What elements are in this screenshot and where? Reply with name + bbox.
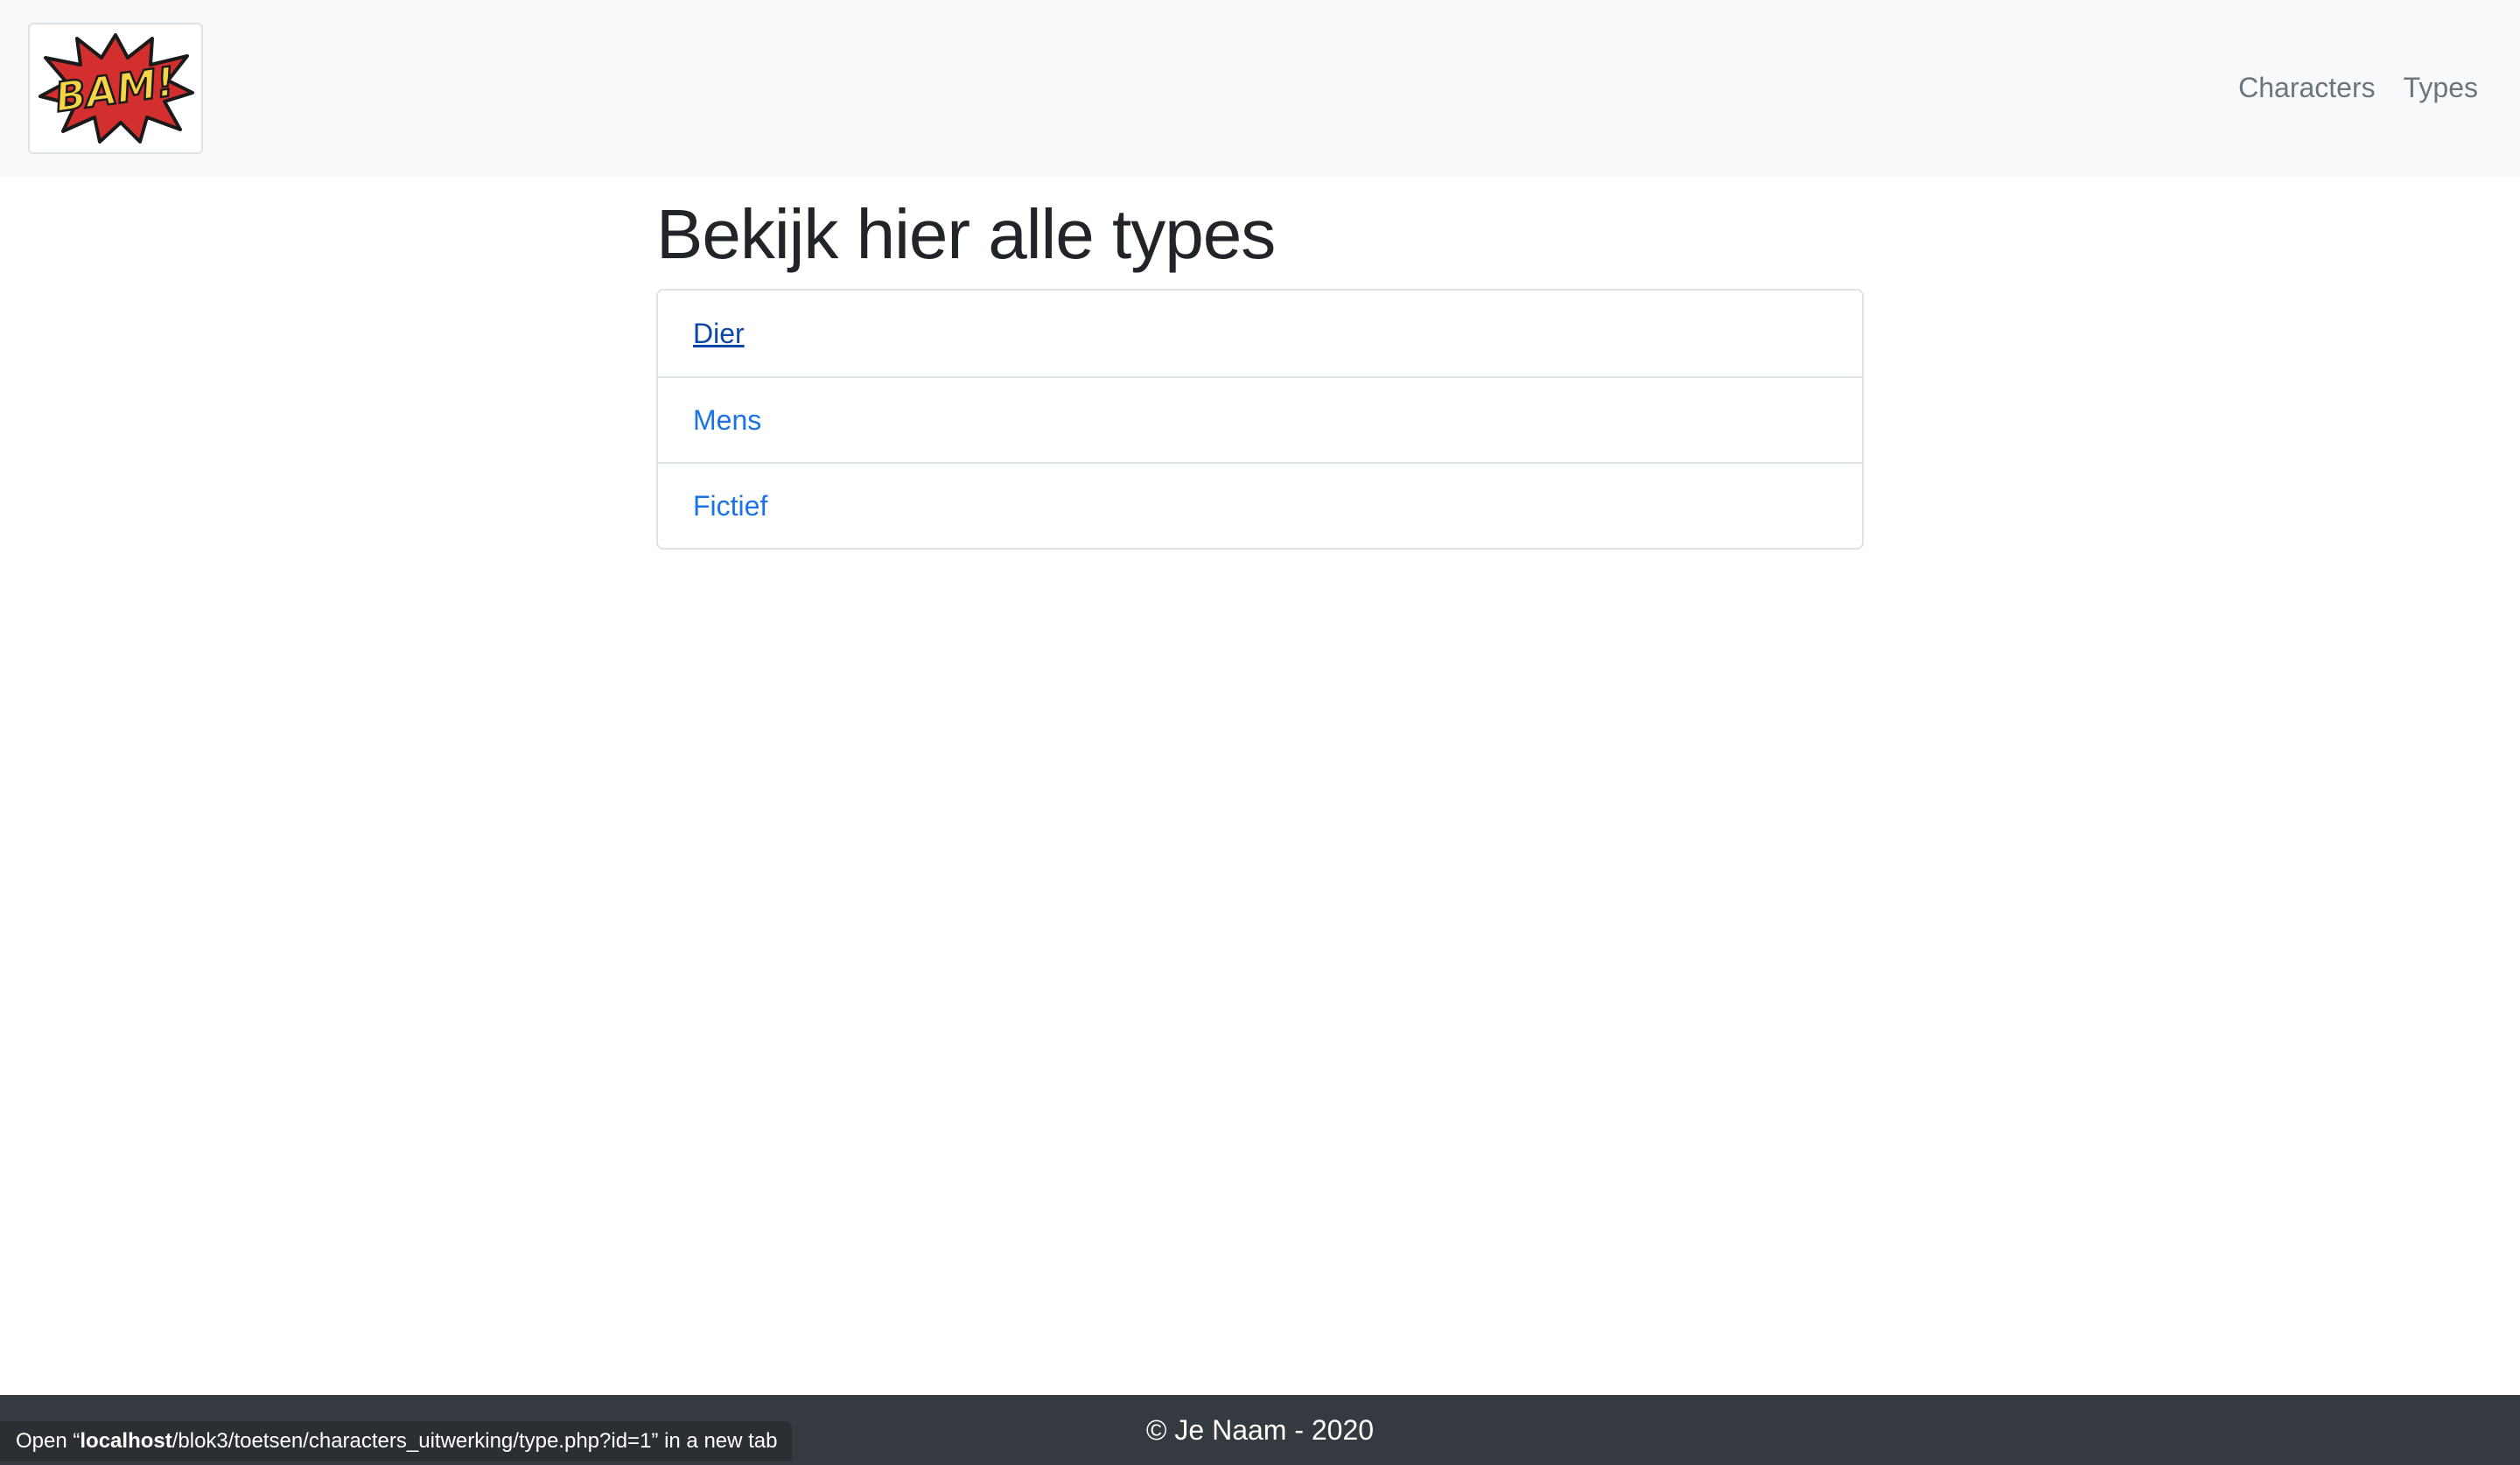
nav-links: Characters Types	[2238, 68, 2478, 107]
type-link-mens[interactable]: Mens	[693, 404, 761, 437]
brand-logo[interactable]: BAM!	[28, 23, 203, 154]
type-link-fictief[interactable]: Fictief	[693, 490, 767, 522]
bam-logo-icon: BAM!	[38, 33, 194, 144]
nav-link-types[interactable]: Types	[2404, 68, 2478, 107]
main-content: Bekijk hier alle types Dier Mens Fictief	[656, 193, 1864, 550]
footer-copyright: © Je Naam - 2020	[1145, 1413, 1375, 1446]
list-item: Fictief	[658, 462, 1862, 548]
status-suffix: ” in a new tab	[651, 1429, 778, 1453]
type-link-dier[interactable]: Dier	[693, 318, 745, 350]
status-path: /blok3/toetsen/characters_uitwerking/typ…	[172, 1429, 652, 1453]
page-title: Bekijk hier alle types	[656, 195, 1276, 273]
list-item: Dier	[658, 291, 1862, 376]
nav-link-characters[interactable]: Characters	[2238, 68, 2376, 107]
browser-status-bar: Open “localhost/blok3/toetsen/characters…	[0, 1421, 792, 1461]
status-host: localhost	[80, 1429, 172, 1453]
types-list: Dier Mens Fictief	[656, 289, 1864, 550]
status-prefix: Open “	[16, 1429, 80, 1453]
list-item: Mens	[658, 376, 1862, 462]
navbar: BAM! Characters Types	[0, 0, 2520, 177]
